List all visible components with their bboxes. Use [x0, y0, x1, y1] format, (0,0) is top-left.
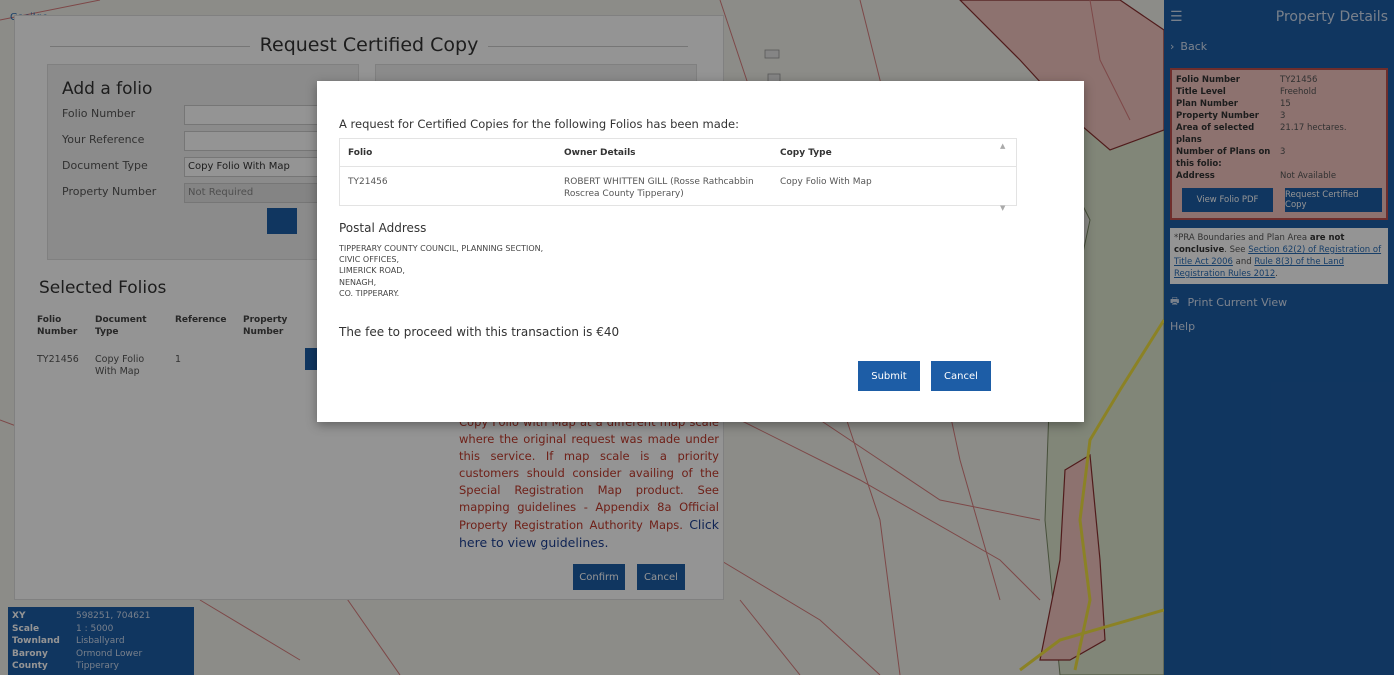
modal-cancel-button[interactable]: Cancel — [931, 361, 991, 391]
col-owner-details: Owner Details — [564, 148, 636, 158]
owner-line: ROBERT WHITTEN GILL (Rosse Rathcabbin — [564, 177, 754, 187]
postal-address: TIPPERARY COUNTY COUNCIL, PLANNING SECTI… — [339, 243, 543, 299]
address-line: CIVIC OFFICES, — [339, 255, 400, 265]
row-folio: TY21456 — [348, 177, 388, 187]
scroll-up-icon[interactable]: ▲ — [1000, 142, 1005, 150]
request-confirmation-modal: A request for Certified Copies for the f… — [317, 81, 1084, 422]
address-line: CO. TIPPERARY. — [339, 288, 400, 298]
address-line: LIMERICK ROAD, — [339, 266, 405, 276]
owner-line: Roscrea County Tipperary) — [564, 189, 684, 199]
submit-button[interactable]: Submit — [858, 361, 920, 391]
postal-address-heading: Postal Address — [339, 221, 427, 235]
modal-intro: A request for Certified Copies for the f… — [339, 117, 739, 131]
col-folio: Folio — [348, 148, 373, 158]
row-owner-details: ROBERT WHITTEN GILL (Rosse Rathcabbin Ro… — [564, 176, 754, 200]
row-copy-type: Copy Folio With Map — [780, 177, 872, 187]
address-line: TIPPERARY COUNTY COUNCIL, PLANNING SECTI… — [339, 244, 544, 253]
scroll-down-icon[interactable]: ▼ — [1000, 204, 1005, 212]
col-copy-type: Copy Type — [780, 148, 832, 158]
folio-table: Folio Owner Details Copy Type TY21456 RO… — [339, 138, 1017, 206]
table-scrollbar[interactable]: ▲ ▼ — [997, 138, 1011, 214]
address-line: NENAGH, — [339, 277, 377, 287]
fee-text: The fee to proceed with this transaction… — [339, 325, 620, 339]
table-divider — [340, 166, 1016, 167]
